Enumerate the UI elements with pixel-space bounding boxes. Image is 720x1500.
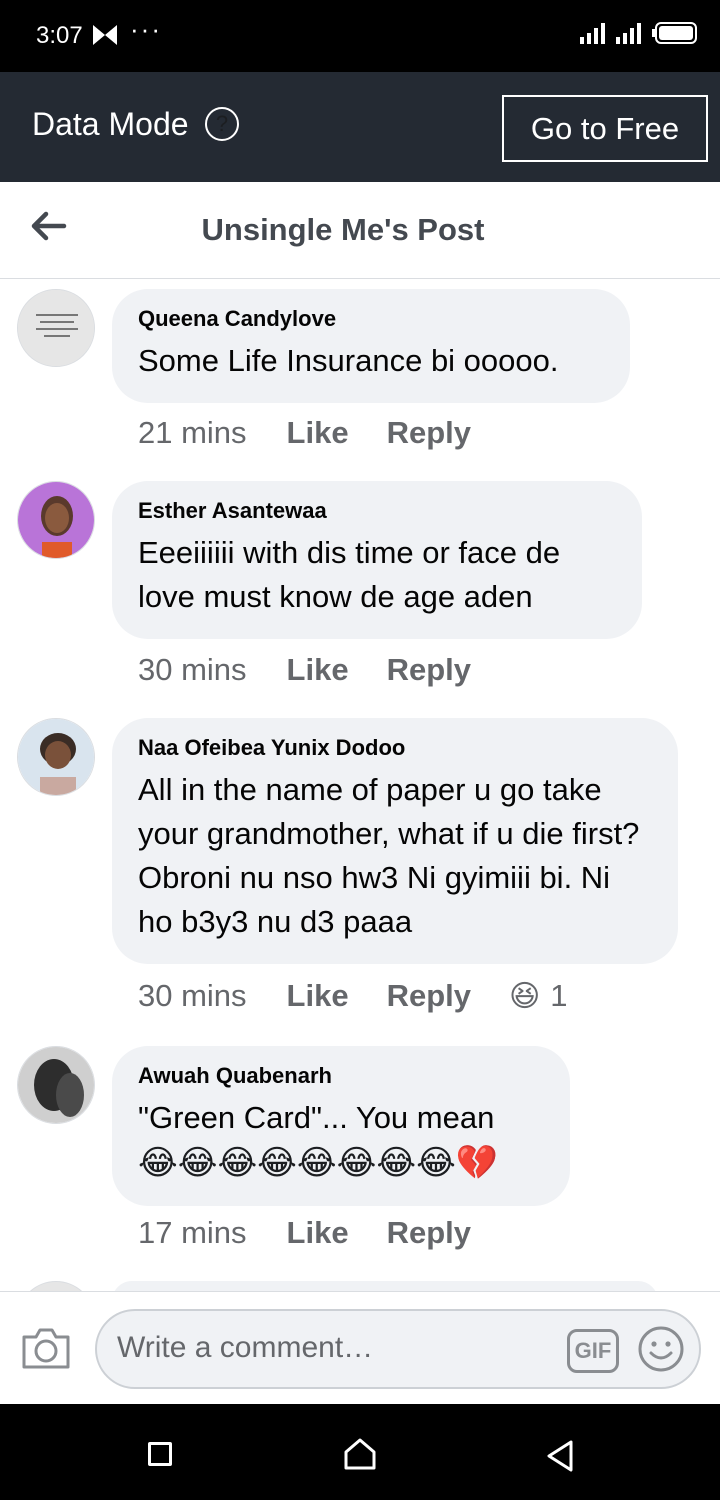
like-button[interactable]: Like — [287, 415, 349, 451]
data-mode-banner: Data Mode Go to Free — [0, 72, 720, 182]
page-title: Unsingle Me's Post — [201, 212, 485, 247]
comment-text: Some Life Insurance bi ooooo. — [138, 343, 559, 378]
status-bar: 3:07 ··· — [0, 0, 720, 72]
reply-button[interactable]: Reply — [387, 978, 471, 1014]
comment-time: 30 mins — [138, 978, 247, 1013]
comment-text: "Green Card"... You mean — [138, 1100, 495, 1135]
comment-bubble[interactable]: Awuah Quabenarh "Green Card"... You mean… — [112, 1046, 570, 1206]
reply-button[interactable]: Reply — [387, 415, 471, 451]
reply-button[interactable]: Reply — [387, 1215, 471, 1251]
comment-input[interactable]: Write a comment… GIF — [95, 1309, 701, 1389]
camera-icon[interactable] — [20, 1325, 72, 1371]
more-notifications-icon: ··· — [130, 14, 162, 44]
comment-composer: Write a comment… GIF — [0, 1291, 720, 1404]
post-header: Unsingle Me's Post — [0, 182, 720, 279]
emoji-row: 😂😂😂😂😂😂😂😂💔 — [138, 1144, 499, 1182]
status-indicators — [580, 22, 698, 44]
reaction-summary[interactable]: 😆 1 — [509, 978, 568, 1014]
comment-actions: 21 mins Like Reply — [138, 415, 509, 451]
reaction-count: 1 — [550, 978, 568, 1013]
notification-icon — [92, 24, 118, 51]
comment-time: 17 mins — [138, 1215, 247, 1250]
gif-icon[interactable]: GIF — [567, 1329, 619, 1373]
comment-time: 21 mins — [138, 415, 247, 450]
reply-button[interactable]: Reply — [387, 652, 471, 688]
comment-author[interactable]: Naa Ofeibea Yunix Dodoo — [138, 734, 652, 762]
comment-bubble[interactable] — [112, 1281, 658, 1291]
comment-bubble[interactable]: Naa Ofeibea Yunix Dodoo All in the name … — [112, 718, 678, 964]
avatar[interactable] — [17, 718, 95, 796]
comment-text: Eeeiiiiii with dis time or face de love … — [138, 535, 561, 614]
emoji-smile-icon[interactable] — [637, 1325, 685, 1373]
avatar[interactable] — [17, 1046, 95, 1124]
comment-time: 30 mins — [138, 652, 247, 687]
avatar[interactable] — [17, 289, 95, 367]
avatar[interactable] — [17, 481, 95, 559]
signal-icon — [580, 23, 605, 44]
battery-icon — [652, 22, 697, 44]
status-time: 3:07 — [36, 22, 83, 49]
comment-bubble[interactable]: Queena Candylove Some Life Insurance bi … — [112, 289, 630, 403]
go-to-free-button[interactable]: Go to Free — [502, 95, 708, 162]
home-icon[interactable] — [343, 1438, 377, 1475]
comment-text: All in the name of paper u go take your … — [138, 772, 640, 939]
like-button[interactable]: Like — [287, 652, 349, 688]
system-nav-bar — [0, 1404, 720, 1500]
comment-placeholder: Write a comment… — [117, 1331, 374, 1364]
comment-author[interactable]: Queena Candylove — [138, 305, 604, 333]
help-icon[interactable]: ? — [205, 107, 239, 141]
data-mode-label: Data Mode — [32, 106, 189, 142]
laughing-emoji-icon: 😆 — [509, 979, 541, 1013]
comment-author[interactable]: Awuah Quabenarh — [138, 1062, 544, 1090]
comment-actions: 17 mins Like Reply — [138, 1215, 509, 1251]
comment-actions: 30 mins Like Reply 😆 1 — [138, 978, 568, 1014]
like-button[interactable]: Like — [287, 1215, 349, 1251]
back-triangle-icon[interactable] — [545, 1440, 575, 1477]
comment-actions: 30 mins Like Reply — [138, 652, 509, 688]
comment-bubble[interactable]: Esther Asantewaa Eeeiiiiii with dis time… — [112, 481, 642, 639]
comment-author[interactable]: Esther Asantewaa — [138, 497, 616, 525]
like-button[interactable]: Like — [287, 978, 349, 1014]
signal-2-icon — [616, 23, 641, 44]
avatar[interactable] — [17, 1281, 95, 1291]
recent-apps-icon[interactable] — [148, 1442, 172, 1466]
comment-list: Queena Candylove Some Life Insurance bi … — [0, 279, 720, 1291]
